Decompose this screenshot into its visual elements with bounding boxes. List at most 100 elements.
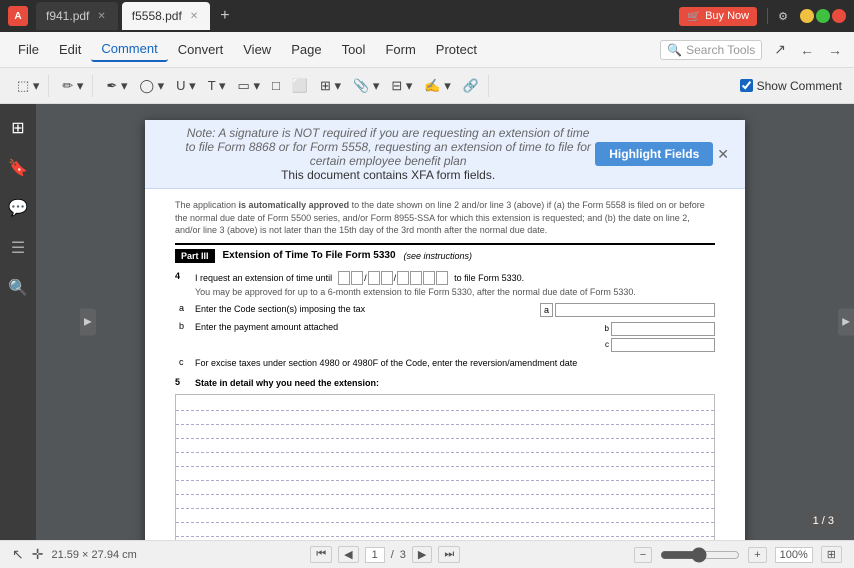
- scroll-right-button[interactable]: ▶: [838, 309, 854, 336]
- forward-icon[interactable]: →: [824, 40, 846, 60]
- measure-button[interactable]: ⊟ ▾: [386, 75, 417, 97]
- field-c-row: c For excise taxes under section 4980 or…: [175, 357, 715, 370]
- box2-button[interactable]: ⬜: [287, 75, 313, 97]
- amount-box-b[interactable]: [611, 322, 715, 336]
- new-tab-button[interactable]: +: [214, 7, 235, 25]
- minimize-button[interactable]: [800, 9, 814, 23]
- state-line-2: [176, 411, 714, 425]
- date-box-7[interactable]: [423, 271, 435, 285]
- app-logo: A: [8, 6, 28, 26]
- maximize-button[interactable]: [816, 9, 830, 23]
- last-page-button[interactable]: ⏭: [438, 546, 460, 563]
- tab-f5558-close[interactable]: ✕: [188, 9, 200, 24]
- toolbar-group-annot: ✏ ▾: [53, 75, 93, 97]
- part3-badge: Part III: [175, 249, 215, 263]
- toolbar-group-select: ⬚ ▾: [8, 75, 49, 97]
- cursor-move-icon[interactable]: ✛: [32, 546, 44, 563]
- date-boxes: / /: [338, 271, 448, 285]
- tab-f941[interactable]: f941.pdf ✕: [36, 2, 118, 30]
- menu-file[interactable]: File: [8, 38, 49, 61]
- attach-button[interactable]: 📎 ▾: [348, 75, 384, 97]
- amount-row-b: b: [595, 321, 715, 337]
- window-controls: [800, 9, 846, 23]
- show-comment-toggle[interactable]: Show Comment: [740, 79, 842, 93]
- pdf-auto-approved-notice: The application is automatically approve…: [175, 199, 715, 237]
- bookmark-icon[interactable]: 🔖: [2, 152, 34, 184]
- box-button[interactable]: □: [267, 75, 285, 96]
- callout-button[interactable]: ▭ ▾: [233, 75, 265, 97]
- underline-button[interactable]: U ▾: [171, 75, 201, 97]
- left-panel: ⊞ 🔖 💬 ☰ 🔍: [0, 104, 36, 540]
- menu-view[interactable]: View: [233, 38, 281, 61]
- cursor-select-icon[interactable]: ↖: [12, 546, 24, 563]
- back-icon[interactable]: ←: [796, 40, 818, 60]
- zoom-out-button[interactable]: −: [634, 547, 652, 563]
- field-4-sub: You may be approved for up to a 6-month …: [195, 287, 715, 297]
- draw-button[interactable]: ✒ ▾: [101, 75, 132, 97]
- search-placeholder: Search Tools: [686, 43, 755, 57]
- prev-page-button[interactable]: ◀: [338, 546, 358, 563]
- zoom-level[interactable]: 100%: [775, 547, 813, 563]
- settings-icon[interactable]: ⚙: [778, 10, 788, 23]
- comment-panel-icon[interactable]: 💬: [2, 192, 34, 224]
- next-page-button[interactable]: ▶: [412, 546, 432, 563]
- thumbnail-icon[interactable]: ⊞: [5, 112, 30, 144]
- date-box-8[interactable]: [436, 271, 448, 285]
- cart-icon: 🛒: [687, 10, 701, 23]
- show-comment-checkbox[interactable]: [740, 79, 753, 92]
- layers-icon[interactable]: ☰: [5, 232, 31, 264]
- statusbar-left: ↖ ✛ 21.59 × 27.94 cm: [12, 546, 137, 563]
- date-box-6[interactable]: [410, 271, 422, 285]
- toolbar-group-draw: ✒ ▾ ◯ ▾ U ▾ T ▾ ▭ ▾ □ ⬜ ⊞ ▾ 📎 ▾ ⊟ ▾ ✍ ▾ …: [97, 75, 488, 97]
- field-4-top: I request an extension of time until / /: [195, 271, 715, 285]
- select-tool-button[interactable]: ⬚ ▾: [12, 75, 44, 97]
- zoom-in-button[interactable]: +: [748, 547, 766, 563]
- field-a-prefix: a: [540, 303, 553, 317]
- field-4-row: 4 I request an extension of time until /…: [175, 271, 715, 297]
- menu-convert[interactable]: Convert: [168, 38, 234, 61]
- field-b-grid: b c: [595, 321, 715, 353]
- statusbar-right: − + 100% ⊞: [634, 546, 842, 563]
- field-a-input[interactable]: [555, 303, 715, 317]
- first-page-button[interactable]: ⏮: [310, 546, 332, 563]
- highlight-fields-button[interactable]: Highlight Fields: [595, 142, 713, 166]
- zoom-slider[interactable]: [660, 547, 740, 563]
- amount-box-c[interactable]: [611, 338, 715, 352]
- date-box-4[interactable]: [381, 271, 393, 285]
- annot-button[interactable]: ✏ ▾: [57, 75, 88, 97]
- notify-main-text: This document contains XFA form fields.: [281, 168, 495, 182]
- menu-page[interactable]: Page: [281, 38, 331, 61]
- menu-form[interactable]: Form: [375, 38, 425, 61]
- pdf-document: Note: A signature is NOT required if you…: [145, 120, 745, 540]
- signature-button[interactable]: ✍ ▾: [419, 75, 455, 97]
- text-button[interactable]: T ▾: [203, 75, 231, 97]
- fit-page-button[interactable]: ⊞: [821, 546, 842, 563]
- date-box-5[interactable]: [397, 271, 409, 285]
- menu-edit[interactable]: Edit: [49, 38, 91, 61]
- auto-approved-bold: is automatically approved: [239, 200, 350, 210]
- menu-tool[interactable]: Tool: [332, 38, 376, 61]
- state-line-7: [176, 481, 714, 495]
- date-sep-2: /: [394, 273, 397, 283]
- state-line-10: [176, 523, 714, 537]
- date-box-2[interactable]: [351, 271, 363, 285]
- buy-now-button[interactable]: 🛒 Buy Now: [679, 7, 757, 26]
- menu-protect[interactable]: Protect: [426, 38, 487, 61]
- share-icon[interactable]: ↗: [770, 39, 790, 60]
- tab-f5558[interactable]: f5558.pdf ✕: [122, 2, 210, 30]
- date-box-3[interactable]: [368, 271, 380, 285]
- close-button[interactable]: [832, 9, 846, 23]
- search-panel-icon[interactable]: 🔍: [2, 272, 34, 304]
- state-line-9: [176, 509, 714, 523]
- stamp-button[interactable]: ⊞ ▾: [315, 75, 346, 97]
- menu-comment[interactable]: Comment: [91, 37, 167, 62]
- tab-f941-close[interactable]: ✕: [95, 9, 107, 24]
- scroll-left-button[interactable]: ▶: [80, 309, 96, 336]
- notify-close-button[interactable]: ✕: [713, 146, 733, 163]
- shape-button[interactable]: ◯ ▾: [134, 75, 169, 97]
- page-number-display[interactable]: 1: [365, 547, 385, 563]
- date-box-1[interactable]: [338, 271, 350, 285]
- link-button[interactable]: 🔗: [458, 75, 484, 97]
- search-tools[interactable]: 🔍 Search Tools: [660, 40, 762, 60]
- state-detail-box[interactable]: [175, 394, 715, 540]
